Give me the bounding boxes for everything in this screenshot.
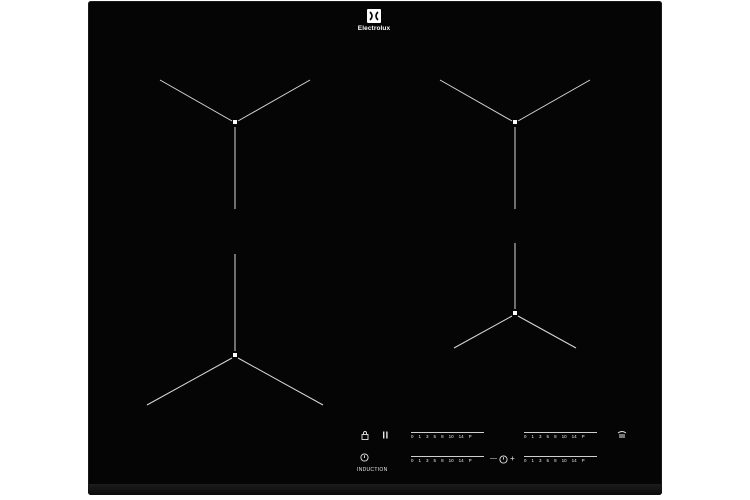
slider-step: 14	[458, 434, 464, 439]
zone-top-left	[159, 79, 311, 209]
slider-step: 10	[448, 434, 454, 439]
slider-step: 0	[411, 458, 414, 463]
slider-step: 5	[433, 434, 437, 439]
slider-step: 3	[426, 434, 429, 439]
slider-rail	[524, 456, 597, 457]
power-slider-back-right[interactable]: 0 1 3 5 8 10 14 P	[524, 432, 597, 440]
slider-step: P	[581, 434, 585, 439]
slider-rail	[411, 456, 484, 457]
slider-step: 5	[546, 434, 550, 439]
zone-top-right	[439, 79, 591, 209]
slider-step: 3	[539, 434, 542, 439]
slider-step: 5	[433, 458, 437, 463]
slider-step: 8	[441, 458, 444, 463]
power-slider-front-left[interactable]: 0 1 3 5 8 10 14 P	[411, 432, 484, 440]
slider-step: 8	[554, 458, 557, 463]
slider-rail	[524, 432, 597, 433]
pause-icon[interactable]	[382, 431, 389, 439]
power-slider-front-right-lower[interactable]: 0 1 3 5 8 10 14 P	[524, 456, 597, 464]
slider-step: 10	[561, 458, 567, 463]
slider-step: 10	[561, 434, 567, 439]
timer-minus-button[interactable]: —	[490, 455, 497, 462]
zone-top-right-marker	[513, 120, 517, 124]
slider-step: 3	[539, 458, 542, 463]
slider-step: 1	[531, 458, 535, 463]
zone-bottom-right-marker	[513, 311, 517, 315]
slider-step: 0	[524, 458, 527, 463]
zone-bottom-left	[146, 254, 324, 406]
slider-rail	[411, 432, 484, 433]
slider-step: 14	[571, 434, 577, 439]
hob-to-hood-icon[interactable]	[617, 430, 627, 439]
slider-step: 1	[418, 434, 422, 439]
zone-top-left-marker	[233, 120, 237, 124]
slider-step: 14	[571, 458, 577, 463]
zone-bottom-left-marker	[233, 353, 237, 357]
slider-step: 0	[524, 434, 527, 439]
power-icon[interactable]	[360, 453, 369, 462]
zone-bottom-right	[453, 243, 577, 349]
lock-icon[interactable]	[361, 431, 369, 440]
slider-step: P	[468, 458, 472, 463]
slider-step: P	[468, 434, 472, 439]
power-slider-front-left-lower[interactable]: 0 1 3 5 8 10 14 P	[411, 456, 484, 464]
timer-icon	[499, 455, 508, 464]
slider-step: 8	[441, 434, 444, 439]
slider-step: 14	[458, 458, 464, 463]
induction-label: INDUCTION	[357, 467, 388, 473]
slider-step: 5	[546, 458, 550, 463]
slider-step: 0	[411, 434, 414, 439]
cooking-zone-markings	[146, 79, 591, 406]
timer-control[interactable]: —	[490, 455, 497, 462]
slider-step: 3	[426, 458, 429, 463]
slider-step: 1	[531, 434, 535, 439]
timer-plus-button[interactable]: +	[510, 454, 515, 463]
slider-step: 1	[418, 458, 422, 463]
slider-step: P	[581, 458, 585, 463]
slider-step: 8	[554, 434, 557, 439]
slider-step: 10	[448, 458, 454, 463]
